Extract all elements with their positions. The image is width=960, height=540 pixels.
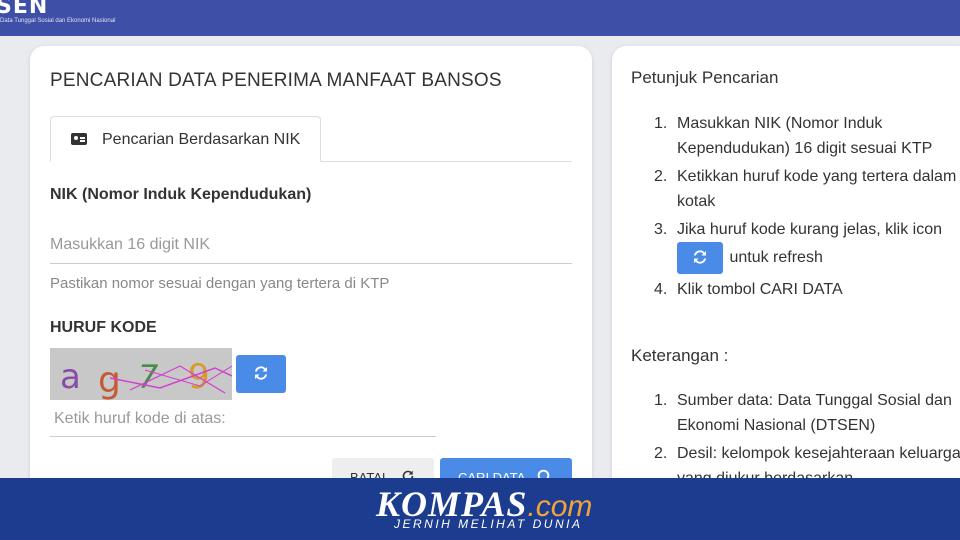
tab-search-by-nik[interactable]: Pencarian Berdasarkan NIK (50, 116, 321, 162)
app-logo[interactable]: SEN (0, 0, 48, 19)
info-title: Keterangan : (631, 346, 729, 365)
nik-hint: Pastikan nomor sesuai dengan yang terter… (50, 275, 390, 292)
step-text-suffix: untuk refresh (729, 249, 823, 267)
step-text: Masukkan NIK (Nomor Induk Kependudukan) … (677, 115, 933, 157)
guide-steps: 1. Masukkan NIK (Nomor Induk Kependudukan… (654, 111, 960, 305)
id-card-icon (71, 133, 87, 145)
guide-refresh-button[interactable] (677, 242, 723, 274)
captcha-label: HURUF KODE (50, 319, 157, 336)
list-item: 4. Klik tombol CARI DATA (654, 281, 843, 298)
form-title: PENCARIAN DATA PENERIMA MANFAAT BANSOS (50, 70, 502, 91)
kompas-banner: KOMPAS.com JERNIH MELIHAT DUNIA (0, 478, 960, 540)
captcha-image: a g 7 9 (50, 348, 232, 400)
list-item: 3. Jika huruf kode kurang jelas, klik ico… (654, 217, 960, 274)
guide-card: Petunjuk Pencarian 1. Masukkan NIK (Nomor… (612, 46, 960, 540)
captcha-graphic: a g 7 9 (50, 348, 232, 400)
search-form-card: PENCARIAN DATA PENERIMA MANFAAT BANSOS P… (30, 46, 592, 540)
svg-text:a: a (60, 357, 81, 397)
captcha-refresh-button[interactable] (236, 355, 286, 393)
captcha-input[interactable] (50, 401, 436, 437)
app-logo-subtitle: Data Tunggal Sosial dan Ekonomi Nasional (0, 18, 116, 24)
guide-title: Petunjuk Pencarian (631, 68, 779, 87)
list-item: 1. Sumber data: Data Tunggal Sosial dan E… (654, 392, 952, 434)
step-text: Klik tombol CARI DATA (677, 281, 843, 298)
nik-input[interactable] (50, 226, 572, 264)
nik-label: NIK (Nomor Induk Kependudukan) (50, 186, 312, 203)
tab-label: Pencarian Berdasarkan NIK (102, 131, 301, 148)
refresh-icon (694, 249, 706, 264)
step-text: Jika huruf kode kurang jelas, klik icon (677, 221, 943, 238)
list-item: 2. Ketikkan huruf kode yang tertera dalam… (654, 168, 957, 210)
brand-tagline: JERNIH MELIHAT DUNIA (394, 517, 583, 531)
list-item: 1. Masukkan NIK (Nomor Induk Kependudukan… (654, 115, 933, 157)
step-text: Ketikkan huruf kode yang tertera dalam k… (677, 168, 957, 210)
info-text: Sumber data: Data Tunggal Sosial dan Eko… (677, 392, 952, 434)
refresh-icon (255, 365, 267, 380)
top-navbar: SEN Data Tunggal Sosial dan Ekonomi Nasi… (0, 0, 960, 36)
